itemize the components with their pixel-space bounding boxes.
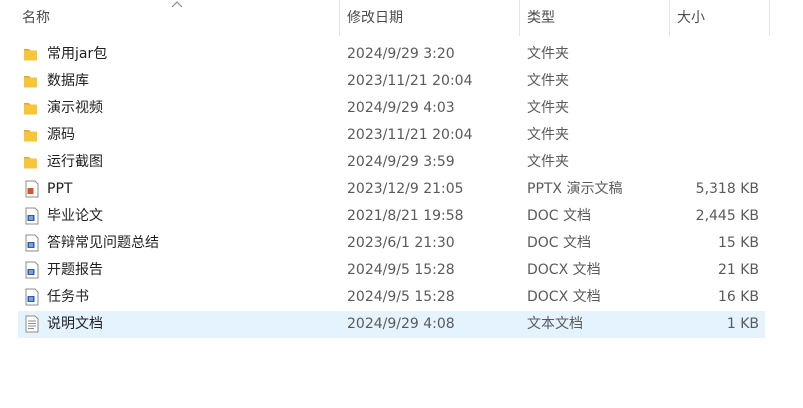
folder-icon [23,45,41,63]
file-name: 数据库 [47,73,89,89]
file-size: 15 KB [717,235,759,251]
column-header-type-label: 类型 [527,10,555,26]
file-row[interactable]: 数据库 2023/11/21 20:04 文件夹 [18,68,765,95]
folder-icon [23,99,41,117]
column-header-type[interactable]: 类型 [522,0,669,36]
file-type: 文件夹 [527,100,569,116]
file-explorer: 名称 修改日期 类型 大小 常用jar包 2024/9/29 3:20 文件夹 数据库… [0,0,803,408]
file-type: 文件夹 [527,154,569,170]
file-name: 演示视频 [47,100,103,116]
file-date: 2021/8/21 19:58 [347,208,464,224]
file-row[interactable]: PPT 2023/12/9 21:05 PPTX 演示文稿 5,318 KB [18,176,765,203]
folder-icon [23,153,41,171]
file-row[interactable]: 运行截图 2024/9/29 3:59 文件夹 [18,149,765,176]
file-date: 2024/9/29 3:59 [347,154,455,170]
file-row[interactable]: 演示视频 2024/9/29 4:03 文件夹 [18,95,765,122]
file-type: DOCX 文档 [527,289,601,305]
file-size: 2,445 KB [695,208,759,224]
file-date: 2024/9/5 15:28 [347,289,455,305]
file-row[interactable]: 说明文档 2024/9/29 4:08 文本文档 1 KB [18,311,765,338]
file-type: DOC 文档 [527,208,592,224]
file-date: 2024/9/29 3:20 [347,46,455,62]
file-type: 文件夹 [527,46,569,62]
pptx-file-icon [23,180,41,198]
file-type: 文件夹 [527,73,569,89]
doc-file-icon [23,234,41,252]
docx-file-icon [23,261,41,279]
sort-ascending-icon [171,1,183,8]
file-type: 文件夹 [527,127,569,143]
file-name: 开题报告 [47,262,103,278]
column-header-bar: 名称 修改日期 类型 大小 [0,0,803,36]
file-date: 2023/12/9 21:05 [347,181,464,197]
file-date: 2023/11/21 20:04 [347,127,473,143]
folder-icon [23,126,41,144]
file-row[interactable]: 答辩常见问题总结 2023/6/1 21:30 DOC 文档 15 KB [18,230,765,257]
file-row[interactable]: 常用jar包 2024/9/29 3:20 文件夹 [18,41,765,68]
column-divider[interactable] [769,0,770,36]
column-header-size-label: 大小 [677,10,705,26]
file-name: 源码 [47,127,75,143]
file-type: DOCX 文档 [527,262,601,278]
file-row[interactable]: 源码 2023/11/21 20:04 文件夹 [18,122,765,149]
file-date: 2024/9/29 4:03 [347,100,455,116]
file-date: 2024/9/5 15:28 [347,262,455,278]
file-size: 5,318 KB [695,181,759,197]
file-name: 说明文档 [47,316,103,332]
file-name: 运行截图 [47,154,103,170]
column-divider[interactable] [519,0,520,36]
column-header-date[interactable]: 修改日期 [342,0,519,36]
file-size: 16 KB [717,289,759,305]
file-name: 毕业论文 [47,208,103,224]
column-header-size[interactable]: 大小 [672,0,769,36]
file-date: 2023/6/1 21:30 [347,235,455,251]
docx-file-icon [23,288,41,306]
column-divider[interactable] [339,0,340,36]
file-type: PPTX 演示文稿 [527,181,623,197]
folder-icon [23,72,41,90]
column-divider[interactable] [669,0,670,36]
file-row[interactable]: 任务书 2024/9/5 15:28 DOCX 文档 16 KB [18,284,765,311]
column-header-date-label: 修改日期 [347,10,403,26]
file-name: PPT [47,181,73,197]
file-type: DOC 文档 [527,235,592,251]
doc-file-icon [23,207,41,225]
file-row[interactable]: 毕业论文 2021/8/21 19:58 DOC 文档 2,445 KB [18,203,765,230]
file-name: 常用jar包 [47,46,108,62]
file-size: 1 KB [726,316,759,332]
file-row[interactable]: 开题报告 2024/9/5 15:28 DOCX 文档 21 KB [18,257,765,284]
file-name: 任务书 [47,289,89,305]
column-header-name-label: 名称 [22,10,50,26]
file-date: 2023/11/21 20:04 [347,73,473,89]
text-file-icon [23,315,41,333]
file-date: 2024/9/29 4:08 [347,316,455,332]
file-size: 21 KB [717,262,759,278]
file-type: 文本文档 [527,316,583,332]
file-name: 答辩常见问题总结 [47,235,159,251]
